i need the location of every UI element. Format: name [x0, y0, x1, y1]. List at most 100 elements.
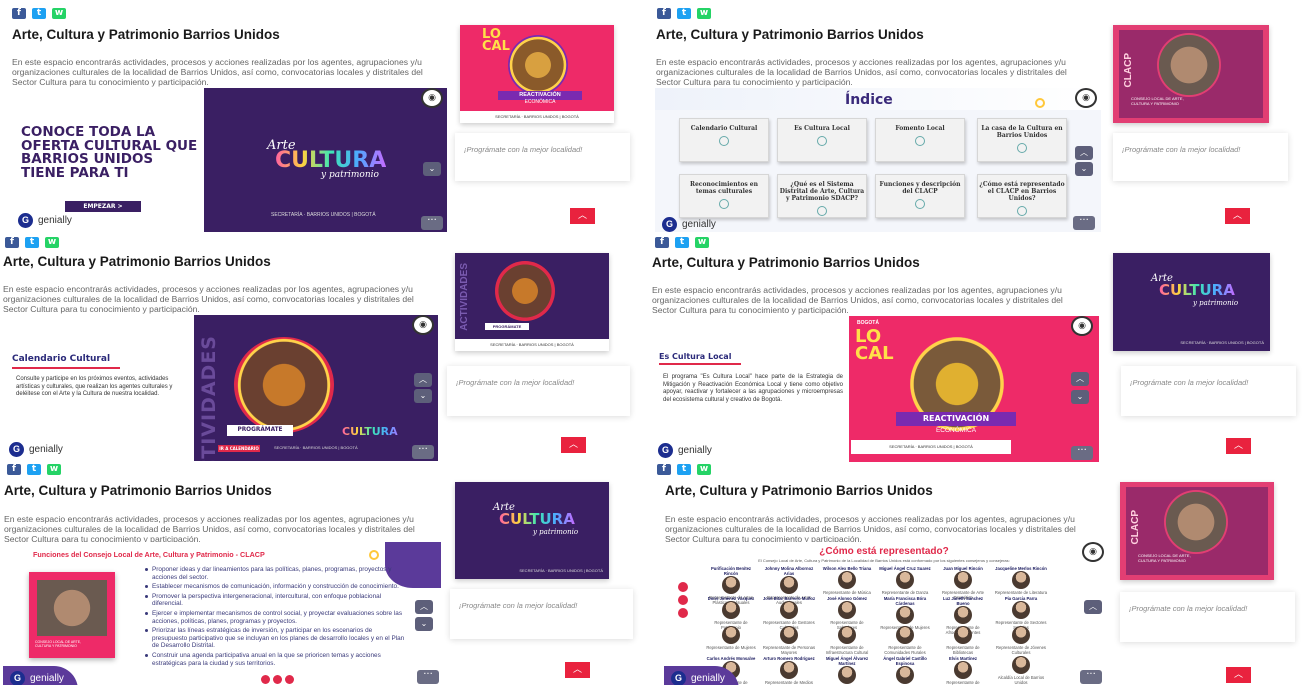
member-photo	[838, 571, 856, 589]
page-title: Arte, Cultura y Patrimonio Barrios Unido…	[3, 254, 271, 269]
scroll-top-button[interactable]: ︿	[1226, 667, 1251, 683]
thumbnail-clacp[interactable]: CLACP CONSEJO LOCAL DE ARTE, CULTURA Y P…	[1113, 25, 1269, 123]
more-options-button[interactable]: ···	[421, 216, 443, 230]
more-options-button[interactable]: ···	[417, 670, 439, 684]
more-options-button[interactable]: ···	[1080, 670, 1102, 684]
member-card: José Bitar Barreiro Muñoz Representante d…	[762, 596, 816, 630]
twitter-icon[interactable]: t	[677, 464, 691, 475]
page-title: Arte, Cultura y Patrimonio Barrios Unido…	[4, 483, 272, 498]
member-photo	[896, 606, 914, 624]
facebook-icon[interactable]: f	[12, 8, 26, 19]
whatsapp-icon[interactable]: w	[47, 464, 61, 475]
twitter-icon[interactable]: t	[25, 237, 39, 248]
whatsapp-icon[interactable]: w	[697, 464, 711, 475]
facebook-icon[interactable]: f	[7, 464, 21, 475]
brand-logo: Arte CULTURA y patrimonio	[267, 138, 387, 180]
whatsapp-icon[interactable]: w	[45, 237, 59, 248]
more-options-button[interactable]: ···	[412, 445, 434, 459]
programate-button[interactable]: PROGRÁMATE	[227, 425, 293, 436]
nav-up-button[interactable]: ︿	[1084, 600, 1102, 614]
more-options-button[interactable]: ···	[1073, 216, 1095, 230]
collage: f t w Arte, Cultura y Patrimonio Barrios…	[0, 0, 1302, 685]
nav-down-button[interactable]: ⌄	[1075, 162, 1093, 176]
whatsapp-icon[interactable]: w	[52, 8, 66, 19]
genially-label: genially	[38, 214, 72, 226]
index-title: Índice	[845, 92, 893, 108]
headline: CONOCE TODA LA OFERTA CULTURAL QUE BARRI…	[21, 124, 198, 181]
calendar-link[interactable]: IR A CALENDARIO	[218, 445, 260, 452]
nav-down-button[interactable]: ⌄	[423, 162, 441, 176]
nav-down-button[interactable]: ⌄	[415, 617, 433, 631]
facebook-icon[interactable]: f	[657, 464, 671, 475]
index-card[interactable]: ¿Cómo está representado el CLACP en Barr…	[977, 174, 1067, 218]
member-name: José Bitar Barreiro Muñoz	[762, 596, 816, 601]
eye-icon[interactable]: ◉	[1082, 542, 1104, 562]
genially-embed[interactable]: Es Cultura Local El programa "Es Cultura…	[651, 316, 1099, 462]
member-role: Representante de Música	[823, 590, 871, 595]
member-card: Representante de Infraestructura Cultura…	[820, 626, 874, 655]
scroll-top-button[interactable]: ︿	[1225, 208, 1250, 224]
twitter-icon[interactable]: t	[27, 464, 41, 475]
section-title: ¿Cómo está representado?	[819, 546, 949, 557]
whatsapp-icon[interactable]: w	[697, 8, 711, 19]
genially-embed[interactable]: Funciones del Consejo Local de Arte, Cul…	[3, 542, 441, 685]
page-title: Arte, Cultura y Patrimonio Barrios Unido…	[656, 27, 924, 42]
index-card[interactable]: Fomento Local	[875, 118, 965, 162]
index-card[interactable]: Calendario Cultural	[679, 118, 769, 162]
more-options-button[interactable]: ···	[1071, 446, 1093, 460]
nav-up-button[interactable]: ︿	[415, 600, 433, 614]
thumbnail-actividades[interactable]: ACTIVIDADES PROGRÁMATE SECRETARÍA · BARR…	[455, 253, 609, 351]
eye-icon[interactable]: ◉	[421, 88, 443, 108]
whatsapp-icon[interactable]: w	[695, 237, 709, 248]
eye-icon[interactable]: ◉	[1071, 316, 1093, 336]
nav-down-button[interactable]: ⌄	[414, 389, 432, 403]
thumbnail-clacp[interactable]: CLACP CONSEJO LOCAL DE ARTE, CULTURA Y P…	[1120, 482, 1274, 580]
functions-list: Proponer ideas y dar lineamientos para l…	[145, 566, 407, 669]
start-button[interactable]: EMPEZAR >	[65, 201, 141, 212]
genially-embed[interactable]: CONOCE TODA LA OFERTA CULTURAL QUE BARRI…	[11, 88, 447, 232]
facebook-icon[interactable]: f	[657, 8, 671, 19]
function-item: Priorizar las líneas estratégicas de inv…	[145, 627, 407, 650]
scroll-top-button[interactable]: ︿	[1226, 438, 1251, 454]
page-dots	[261, 675, 294, 684]
twitter-icon[interactable]: t	[675, 237, 689, 248]
nav-up-button[interactable]: ︿	[1075, 146, 1093, 160]
nav-up-button[interactable]: ︿	[414, 373, 432, 387]
member-photo	[954, 606, 972, 624]
index-card[interactable]: Es Cultura Local	[777, 118, 867, 162]
panel-2: f t w Arte, Cultura y Patrimonio Barrios…	[651, 0, 1302, 235]
member-card: Miguel Ángel Álvarez MartínezRepresentan…	[820, 656, 874, 685]
twitter-icon[interactable]: t	[677, 8, 691, 19]
social-share: f t w	[657, 8, 711, 19]
local-badge: LO CAL	[855, 326, 894, 364]
genially-embed[interactable]: Índice Calendario Cultural Es Cultura Lo…	[655, 88, 1101, 232]
scroll-top-button[interactable]: ︿	[570, 208, 595, 224]
index-card[interactable]: Funciones y descripción del CLACP	[875, 174, 965, 218]
member-role: Representante de Literatura	[994, 590, 1048, 595]
scroll-top-button[interactable]: ︿	[565, 662, 590, 678]
promo-card: ¡Prográmate con la mejor localidad!	[447, 366, 630, 416]
index-card[interactable]: ¿Qué es el Sistema Distrital de Arte, Cu…	[777, 174, 867, 218]
genially-embed[interactable]: ¿Cómo está representado? El Consejo Loca…	[664, 542, 1104, 685]
scroll-top-button[interactable]: ︿	[561, 437, 586, 453]
index-card[interactable]: La casa de la Cultura en Barrios Unidos	[977, 118, 1067, 162]
brand-logo: CULTURA	[342, 425, 402, 438]
thumbnail-cultura[interactable]: Arte CULTURA y patrimonio SECRETARÍA · B…	[455, 482, 609, 579]
nav-up-button[interactable]: ︿	[1071, 372, 1089, 386]
social-share: f t w	[655, 237, 709, 248]
eye-icon[interactable]: ◉	[1075, 88, 1097, 108]
nav-down-button[interactable]: ⌄	[1071, 390, 1089, 404]
twitter-icon[interactable]: t	[32, 8, 46, 19]
genially-label: genially	[30, 672, 64, 684]
facebook-icon[interactable]: f	[655, 237, 669, 248]
eye-icon[interactable]: ◉	[412, 315, 434, 335]
section-title: Es Cultura Local	[659, 352, 732, 361]
thumbnail-reactivacion[interactable]: LO CAL REACTIVACIÓN ECONÓMICA SECRETARÍA…	[460, 25, 614, 123]
genially-bar: G genially	[651, 438, 712, 462]
member-role: Representante de Personas Mayores	[762, 645, 816, 655]
promo-card: ¡Prográmate con la mejor localidad!	[450, 589, 633, 639]
genially-embed[interactable]: Calendario Cultural Consulte y participe…	[2, 315, 438, 461]
thumbnail-cultura[interactable]: Arte CULTURA y patrimonio SECRETARÍA · B…	[1113, 253, 1270, 351]
facebook-icon[interactable]: f	[5, 237, 19, 248]
member-name: Arturo Romero Rodríguez	[763, 656, 815, 661]
